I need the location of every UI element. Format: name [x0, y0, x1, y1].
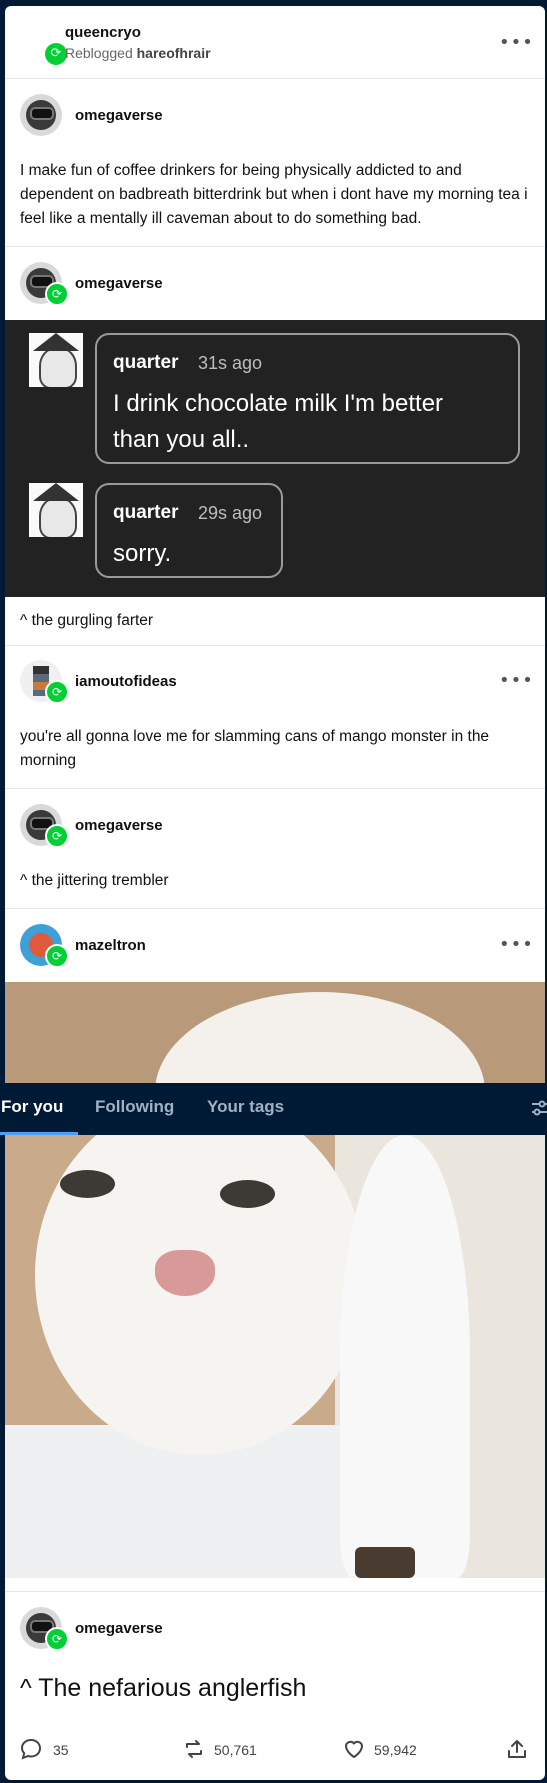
trail-username[interactable]: omegaverse — [75, 107, 163, 124]
trail-text: I make fun of coffee drinkers for being … — [20, 162, 528, 227]
reblog-badge: ⟳ — [45, 43, 67, 65]
trail-text: ^ The nefarious anglerfish — [20, 1674, 307, 1702]
reblog-icon: ⟳ — [45, 824, 69, 848]
divider — [5, 78, 545, 79]
trail-username[interactable]: omegaverse — [75, 817, 163, 834]
divider — [5, 908, 545, 909]
divider — [5, 788, 545, 789]
chat-screenshot: quarter 31s ago I drink chocolate milk I… — [5, 320, 545, 597]
tab-for-you[interactable]: For you — [1, 1097, 63, 1117]
filter-icon[interactable] — [530, 1098, 547, 1118]
reblog-icon: ⟳ — [45, 680, 69, 704]
trail-username[interactable]: omegaverse — [75, 275, 163, 292]
tab-following[interactable]: Following — [95, 1097, 174, 1117]
trail-text: ^ the jittering trembler — [20, 872, 169, 889]
tab-your-tags[interactable]: Your tags — [207, 1097, 284, 1117]
reblog-icon: ⟳ — [45, 282, 69, 306]
trail-text: you're all gonna love me for slamming ca… — [20, 728, 490, 769]
more-options-icon[interactable]: ••• — [499, 936, 533, 954]
cat-image — [5, 1135, 545, 1578]
trail-text: ^ the gurgling farter — [20, 612, 154, 629]
reblog-icon: ⟳ — [45, 1627, 69, 1651]
reply-icon[interactable] — [19, 1737, 43, 1761]
reply-count: 35 — [53, 1742, 69, 1758]
trail-username[interactable]: iamoutofideas — [75, 673, 177, 690]
reblog-icon: ⟳ — [45, 944, 69, 968]
trail-username[interactable]: mazeltron — [75, 937, 146, 954]
divider — [5, 645, 545, 646]
cat-image — [5, 982, 545, 1083]
avatar-omegaverse[interactable] — [20, 94, 62, 136]
more-options-icon[interactable]: ••• — [499, 672, 533, 690]
divider — [5, 1591, 545, 1592]
share-icon[interactable] — [505, 1737, 529, 1761]
chat-name: quarter — [113, 352, 179, 373]
chat-avatar — [29, 483, 83, 537]
chat-avatar — [29, 333, 83, 387]
reblog-count: 50,761 — [214, 1742, 257, 1758]
chat-name: quarter — [113, 502, 179, 523]
chat-time: 29s ago — [198, 503, 263, 523]
chat-text: I drink chocolate milk I'm better than y… — [113, 390, 444, 453]
divider — [5, 246, 545, 247]
post-author[interactable]: queencryo — [65, 24, 141, 41]
reblogged-from-line: Reblogged hareofhrair — [65, 45, 211, 61]
reblogged-from-user[interactable]: hareofhrair — [137, 45, 211, 61]
like-icon[interactable] — [342, 1737, 366, 1761]
chat-time: 31s ago — [198, 353, 263, 373]
active-tab-indicator — [0, 1132, 78, 1135]
trail-username[interactable]: omegaverse — [75, 1620, 163, 1637]
reblog-icon[interactable] — [182, 1737, 206, 1761]
reblogged-label: Reblogged — [65, 45, 133, 61]
like-count: 59,942 — [374, 1742, 417, 1758]
chat-bubble: quarter 29s ago sorry. — [95, 483, 283, 578]
chat-text: sorry. — [113, 540, 172, 567]
chat-bubble: quarter 31s ago I drink chocolate milk I… — [95, 333, 520, 464]
post-card: ⟳ queencryo Reblogged hareofhrair ••• om… — [5, 6, 545, 1780]
feed-tabs-bar: For you Following Your tags — [0, 1083, 547, 1135]
more-options-icon[interactable]: ••• — [499, 34, 533, 52]
